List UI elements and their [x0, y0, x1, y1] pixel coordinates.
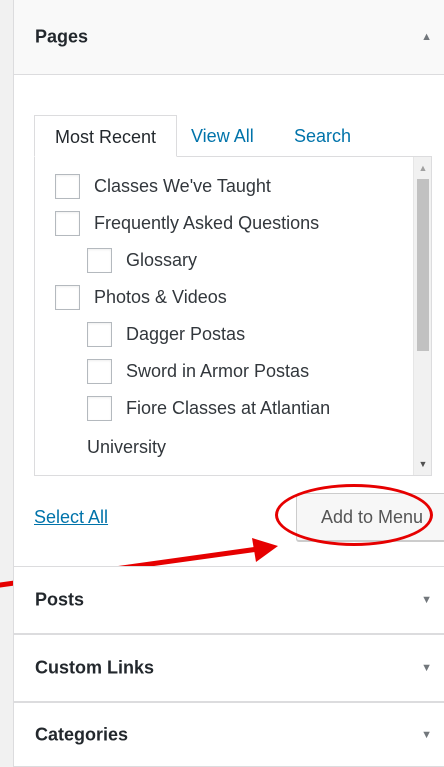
arrow-up-icon[interactable]: ▲ — [421, 31, 432, 43]
page-label: Dagger Postas — [126, 324, 246, 344]
page-label: Frequently Asked Questions — [94, 213, 320, 233]
custom-links-section-title: Custom Links — [35, 657, 155, 678]
pages-tabs: Most Recent View All Search — [34, 115, 424, 157]
page-checkbox[interactable] — [55, 211, 80, 236]
arrow-down-icon[interactable]: ▼ — [421, 594, 432, 606]
categories-section-header[interactable]: Categories ▼ — [13, 702, 444, 767]
list-item[interactable]: Frequently Asked Questions — [55, 205, 319, 242]
list-item[interactable]: Sword in Armor Postas — [87, 353, 309, 390]
page-checkbox[interactable] — [87, 322, 112, 347]
list-item-overflow: University — [87, 429, 166, 466]
add-to-menu-button[interactable]: Add to Menu — [296, 493, 444, 541]
categories-section-title: Categories — [35, 724, 129, 744]
page-checkbox[interactable] — [87, 248, 112, 273]
scroll-up-icon[interactable]: ▲ — [414, 159, 431, 177]
page-label: Fiore Classes at Atlantian — [126, 398, 331, 418]
list-item[interactable]: Photos & Videos — [55, 279, 227, 316]
arrow-down-icon[interactable]: ▼ — [421, 662, 432, 674]
page-checkbox[interactable] — [55, 174, 80, 199]
page-checkbox[interactable] — [55, 285, 80, 310]
pages-section-header[interactable]: Pages ▲ — [13, 0, 444, 75]
pages-section-body: Most Recent View All Search Classes We'v… — [13, 75, 444, 569]
page-label-continued: University — [87, 437, 167, 457]
page-checkbox[interactable] — [87, 396, 112, 421]
scroll-thumb[interactable] — [417, 179, 429, 351]
list-item[interactable]: Dagger Postas — [87, 316, 245, 353]
checklist-items: Classes We've Taught Frequently Asked Qu… — [35, 157, 413, 475]
page-label: Classes We've Taught — [94, 176, 271, 196]
page-checkbox[interactable] — [87, 359, 112, 384]
custom-links-section-header[interactable]: Custom Links ▼ — [13, 634, 444, 702]
page-label: Photos & Videos — [94, 287, 227, 307]
list-item[interactable]: Classes We've Taught — [55, 168, 271, 205]
pages-checklist: Classes We've Taught Frequently Asked Qu… — [34, 156, 432, 476]
tab-most-recent[interactable]: Most Recent — [34, 115, 177, 157]
page-label: Glossary — [126, 250, 198, 270]
tab-search[interactable]: Search — [294, 115, 351, 157]
arrow-down-icon[interactable]: ▼ — [421, 729, 432, 741]
pages-section-title: Pages — [35, 26, 89, 47]
posts-section-header[interactable]: Posts ▼ — [13, 566, 444, 634]
checklist-scrollbar[interactable]: ▲ ▼ — [413, 157, 431, 475]
list-item[interactable]: Glossary — [87, 242, 197, 279]
tab-view-all[interactable]: View All — [191, 115, 254, 157]
select-all-link[interactable]: Select All — [34, 507, 108, 528]
page-label: Sword in Armor Postas — [126, 361, 310, 381]
scroll-down-icon[interactable]: ▼ — [414, 455, 431, 473]
posts-section-title: Posts — [35, 589, 85, 610]
list-item[interactable]: Fiore Classes at Atlantian — [87, 390, 330, 427]
